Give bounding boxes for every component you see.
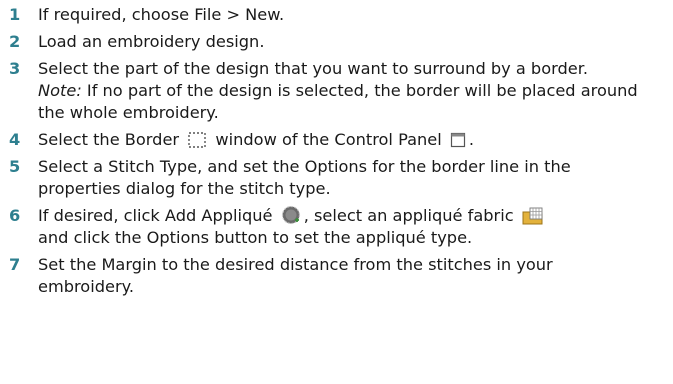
step-4: 4 Select the Border window of the Contro… (0, 129, 673, 151)
step-3: 3 Select the part of the design that you… (0, 58, 673, 124)
step-text: If required, choose File > New. (38, 5, 285, 24)
step-number: 6 (9, 206, 21, 225)
step-6: 6 If desired, click Add Appliqué , selec… (0, 205, 673, 249)
step-1: 1 If required, choose File > New. (0, 4, 673, 26)
step-7: 7 Set the Margin to the desired distance… (0, 254, 673, 298)
step-body: Select the Border window of the Control … (38, 129, 673, 151)
add-applique-icon (281, 205, 301, 225)
step-text: window of the Control Panel (215, 130, 442, 149)
step-text: Load an embroidery design. (38, 32, 265, 51)
instruction-list: 1 If required, choose File > New. 2 Load… (0, 0, 673, 298)
step-text: . (468, 130, 475, 149)
control-panel-icon (450, 131, 466, 149)
note-label: Note: (38, 81, 82, 100)
border-icon (187, 131, 207, 149)
step-number: 5 (9, 157, 21, 176)
step-number: 1 (9, 5, 21, 24)
step-5: 5 Select a Stitch Type, and set the Opti… (0, 156, 673, 200)
step-number: 4 (9, 130, 21, 149)
step-number: 3 (9, 59, 21, 78)
step-text: If desired, click Add Appliqué (38, 206, 273, 225)
step-body: If desired, click Add Appliqué , select … (38, 205, 673, 249)
step-text: and click the Options button to set the … (38, 228, 473, 247)
step-text: Select the part of the design that you w… (38, 59, 589, 78)
applique-fabric-icon (522, 207, 544, 225)
step-text: Select a Stitch Type, and set the Option… (38, 157, 571, 198)
step-number: 7 (9, 255, 21, 274)
step-text: Select the Border (38, 130, 180, 149)
step-2: 2 Load an embroidery design. (0, 31, 673, 53)
step-text: , select an appliqué fabric (303, 206, 514, 225)
step-number: 2 (9, 32, 21, 51)
step-text: Set the Margin to the desired distance f… (38, 255, 553, 296)
note-text: If no part of the design is selected, th… (38, 81, 638, 122)
step-body: Select the part of the design that you w… (38, 58, 673, 124)
